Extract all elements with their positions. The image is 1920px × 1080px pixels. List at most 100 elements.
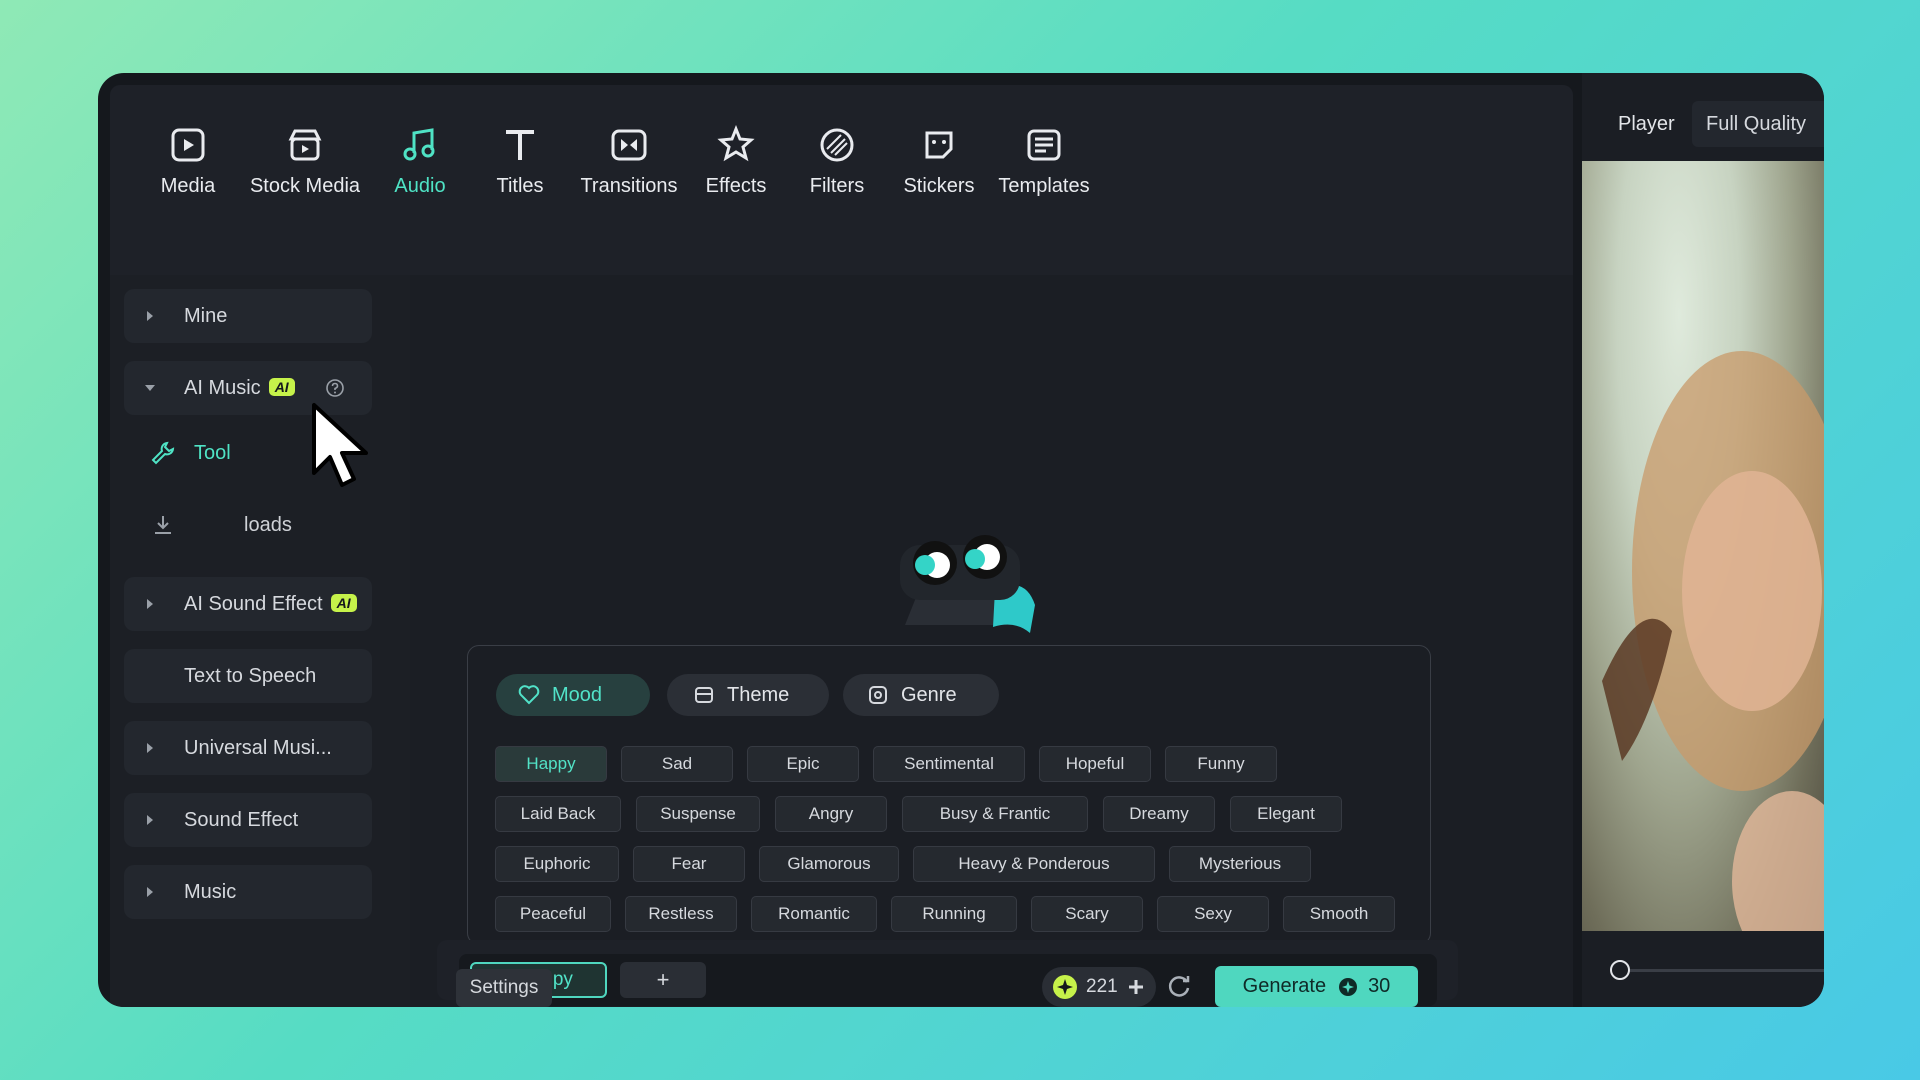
sidebar-item-label: Text to Speech bbox=[184, 664, 317, 687]
top-toolbar: Media Stock Media Audio Titles Transitio… bbox=[110, 85, 1573, 275]
titles-icon bbox=[506, 130, 534, 160]
mood-chip-peaceful[interactable]: Peaceful bbox=[495, 896, 611, 932]
mood-chip-restless[interactable]: Restless bbox=[625, 896, 737, 932]
toolbar-media[interactable]: Media bbox=[128, 125, 248, 198]
mood-chip-sad[interactable]: Sad bbox=[621, 746, 733, 782]
tab-label: Genre bbox=[901, 683, 957, 706]
tab-theme[interactable]: Theme bbox=[667, 674, 829, 716]
toolbar-stickers[interactable]: Stickers bbox=[879, 125, 999, 198]
settings-button[interactable]: Settings bbox=[456, 969, 552, 1007]
download-icon bbox=[155, 516, 171, 534]
sidebar-item-sound-effect[interactable]: Sound Effect bbox=[124, 793, 372, 847]
quality-value: Full Quality bbox=[1706, 112, 1807, 135]
sidebar-item-label: AI Sound Effect bbox=[184, 592, 323, 615]
tab-label: Mood bbox=[552, 683, 603, 706]
toolbar-templates-label: Templates bbox=[998, 175, 1090, 197]
sidebar-item-label: Music bbox=[184, 880, 237, 903]
sidebar-item-label: Universal Musi... bbox=[184, 736, 332, 759]
toolbar-transitions-label: Transitions bbox=[580, 175, 678, 197]
add-credits-icon[interactable] bbox=[1126, 977, 1146, 997]
toolbar-templates[interactable]: Templates bbox=[984, 125, 1104, 198]
chevron-right-icon bbox=[147, 743, 153, 753]
generate-button[interactable]: Generate 30 bbox=[1215, 966, 1418, 1007]
mood-chip-funny[interactable]: Funny bbox=[1165, 746, 1277, 782]
playback-scrubber[interactable] bbox=[1610, 960, 1630, 980]
effects-icon bbox=[717, 125, 755, 162]
mood-chip-suspense[interactable]: Suspense bbox=[636, 796, 760, 832]
sidebar-item-music[interactable]: Music bbox=[124, 865, 372, 919]
video-frame-image bbox=[1602, 351, 1824, 931]
tab-genre[interactable]: Genre bbox=[843, 674, 999, 716]
video-preview bbox=[1582, 161, 1824, 931]
mood-chip-hopeful[interactable]: Hopeful bbox=[1039, 746, 1151, 782]
robot-mascot-icon bbox=[900, 535, 1035, 633]
ai-badge: AI bbox=[268, 377, 295, 396]
mood-chip-busy-frantic[interactable]: Busy & Frantic bbox=[902, 796, 1088, 832]
sidebar-subitem-tool[interactable]: Tool bbox=[150, 433, 231, 473]
toolbar-stickers-label: Stickers bbox=[903, 175, 975, 197]
toolbar-transitions[interactable]: Transitions bbox=[569, 125, 689, 198]
mood-icon bbox=[518, 685, 540, 705]
mood-chip-heavy-ponderous[interactable]: Heavy & Ponderous bbox=[913, 846, 1155, 882]
help-icon[interactable] bbox=[325, 378, 345, 398]
mood-chip-sentimental[interactable]: Sentimental bbox=[873, 746, 1025, 782]
mood-chip-scary[interactable]: Scary bbox=[1031, 896, 1143, 932]
wrench-icon bbox=[151, 441, 175, 465]
sidebar-item-label: Sound Effect bbox=[184, 808, 299, 831]
mood-chip-epic[interactable]: Epic bbox=[747, 746, 859, 782]
sidebar-subitem-label: loads bbox=[244, 513, 292, 536]
sidebar-item-universal-music[interactable]: Universal Musi... bbox=[124, 721, 372, 775]
toolbar-filters-label: Filters bbox=[809, 175, 865, 197]
mood-chip-romantic[interactable]: Romantic bbox=[751, 896, 877, 932]
toolbar-stock-media-label: Stock Media bbox=[249, 175, 361, 197]
toolbar-effects-label: Effects bbox=[705, 175, 767, 197]
chevron-right-icon bbox=[147, 887, 153, 897]
toolbar-media-label: Media bbox=[160, 175, 216, 197]
chevron-right-icon bbox=[147, 599, 153, 609]
mood-chip-fear[interactable]: Fear bbox=[633, 846, 745, 882]
mood-chip-euphoric[interactable]: Euphoric bbox=[495, 846, 619, 882]
mouse-cursor-icon bbox=[312, 403, 368, 487]
mood-chip-dreamy[interactable]: Dreamy bbox=[1103, 796, 1215, 832]
quality-select[interactable]: Full Quality bbox=[1692, 101, 1824, 147]
mood-tag-panel: Mood Theme Genre Happy Sad Epic Sentimen… bbox=[467, 645, 1431, 945]
refresh-icon[interactable] bbox=[1166, 973, 1192, 999]
sidebar-item-label: Mine bbox=[184, 304, 228, 327]
stickers-icon bbox=[925, 131, 953, 159]
credit-coin-icon bbox=[1339, 977, 1358, 996]
sidebar-item-label: AI Music bbox=[184, 376, 261, 399]
credits-display: 221 bbox=[1042, 967, 1156, 1007]
chevron-right-icon bbox=[147, 311, 153, 321]
mood-chip-laid-back[interactable]: Laid Back bbox=[495, 796, 621, 832]
mood-chip-angry[interactable]: Angry bbox=[775, 796, 887, 832]
playback-track[interactable] bbox=[1618, 969, 1824, 972]
sidebar-subitem-label: Tool bbox=[194, 441, 231, 464]
mood-chip-happy[interactable]: Happy bbox=[495, 746, 607, 782]
audio-icon bbox=[403, 128, 435, 161]
credit-coin-icon bbox=[1053, 975, 1077, 999]
mood-chip-mysterious[interactable]: Mysterious bbox=[1169, 846, 1311, 882]
player-panel: Player Full Quality bbox=[1582, 73, 1824, 1007]
sidebar-subitem-downloads[interactable]: loads bbox=[150, 505, 292, 545]
mood-chip-elegant[interactable]: Elegant bbox=[1230, 796, 1342, 832]
generate-cost: 30 bbox=[1368, 975, 1391, 997]
mood-chip-sexy[interactable]: Sexy bbox=[1157, 896, 1269, 932]
sidebar-item-ai-sound-effect[interactable]: AI Sound Effect AI bbox=[124, 577, 372, 631]
mood-chip-running[interactable]: Running bbox=[891, 896, 1017, 932]
chevron-down-icon bbox=[145, 385, 155, 391]
toolbar-titles[interactable]: Titles bbox=[460, 125, 580, 198]
sidebar-item-mine[interactable]: Mine bbox=[124, 289, 372, 343]
templates-icon bbox=[1027, 129, 1061, 161]
tab-mood[interactable]: Mood bbox=[496, 674, 650, 716]
ai-badge: AI bbox=[330, 593, 357, 612]
credits-count: 221 bbox=[1086, 976, 1118, 997]
player-label: Player bbox=[1618, 113, 1675, 135]
generate-label: Generate bbox=[1242, 975, 1327, 997]
toolbar-stock-media[interactable]: Stock Media bbox=[245, 125, 365, 198]
mood-chip-glamorous[interactable]: Glamorous bbox=[759, 846, 899, 882]
sidebar-item-text-to-speech[interactable]: Text to Speech bbox=[124, 649, 372, 703]
ai-music-panel: Mood Theme Genre Happy Sad Epic Sentimen… bbox=[410, 275, 1573, 1007]
theme-icon bbox=[695, 687, 713, 703]
mood-chip-smooth[interactable]: Smooth bbox=[1283, 896, 1395, 932]
add-tag-button[interactable]: + bbox=[620, 962, 706, 998]
